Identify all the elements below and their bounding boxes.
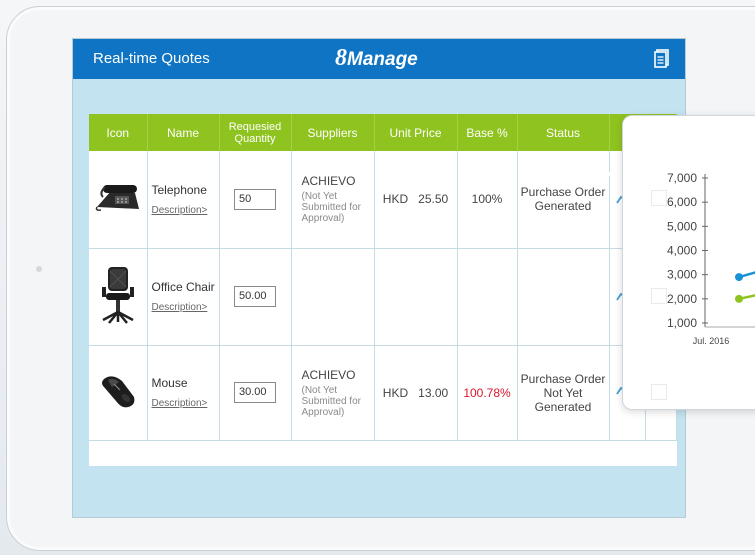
product-name-cell: Office Chair Description> — [147, 248, 220, 346]
trend-chart: 7,000 6,000 5,000 4,000 3,000 2,000 1,000 Jul. … — [667, 171, 755, 346]
tablet-frame: Real-time Quotes 8Manage Icon Name Reque… — [0, 0, 755, 555]
quotes-table-container: Icon Name Requesied Quantity Suppliers U… — [89, 114, 677, 466]
col-header-unit-price: Unit Price — [374, 114, 458, 151]
currency: HKD — [382, 385, 409, 400]
supplier-cell: ACHIEVO (Not Yet Submitted for Approval) — [291, 345, 375, 441]
status-cell — [517, 248, 610, 346]
table-row: Office Chair Description> 50.00 — [89, 248, 677, 346]
col-header-suppliers: Suppliers — [291, 114, 375, 151]
y-tick-label: 3,000 — [667, 268, 697, 282]
supplier-cell: ACHIEVO (Not Yet Submitted for Approval) — [291, 151, 375, 249]
quantity-input[interactable]: 50.00 — [234, 286, 276, 307]
currency: HKD — [382, 192, 409, 207]
product-icon-cell — [89, 248, 148, 346]
unit-price-cell: HKD 13.00 — [374, 345, 458, 441]
unit-price-cell: HKD 25.50 — [374, 151, 458, 249]
quotes-table: Icon Name Requesied Quantity Suppliers U… — [89, 114, 677, 441]
quantity-cell: 50.00 — [219, 248, 292, 346]
y-tick-label: 5,000 — [667, 219, 697, 233]
y-tick-label: 4,000 — [667, 244, 697, 258]
app-header: Real-time Quotes 8Manage — [73, 39, 685, 79]
app-screen: Real-time Quotes 8Manage Icon Name Reque… — [72, 38, 686, 518]
supplier-cell — [291, 248, 375, 346]
y-tick-label: 7,000 — [667, 171, 697, 185]
table-row: Telephone Description> 50 ACHIEVO (Not Y… — [89, 151, 677, 249]
supplier-status: (Not Yet Submitted for Approval) — [301, 191, 361, 225]
description-link[interactable]: Description> — [152, 302, 208, 313]
status-cell: Purchase Order Not Yet Generated — [517, 345, 610, 441]
unit-price: 25.50 — [418, 192, 449, 207]
series-point — [735, 294, 743, 303]
table-row: Mouse Description> 30.00 ACHIEVO (Not Ye… — [89, 345, 677, 441]
mouse-icon — [101, 376, 135, 408]
col-header-quantity: Requesied Quantity — [219, 114, 292, 151]
base-pct-cell: 100.78% — [457, 345, 518, 441]
series-point — [735, 273, 743, 282]
product-name-cell: Telephone Description> — [147, 151, 220, 249]
status-cell: Purchase Order Generated — [517, 151, 610, 249]
document-icon[interactable] — [654, 49, 670, 68]
quantity-input[interactable]: 30.00 — [234, 382, 276, 403]
camera-dot — [36, 266, 42, 272]
quantity-cell: 30.00 — [219, 345, 292, 441]
chart-popover: 7,000 6,000 5,000 4,000 3,000 2,000 1,000 Jul. … — [622, 115, 755, 410]
y-tick-label: 1,000 — [667, 316, 697, 330]
quantity-input[interactable]: 50 — [234, 188, 276, 210]
col-header-base: Base % — [457, 114, 518, 151]
col-header-status: Status — [517, 114, 610, 151]
telephone-icon — [95, 184, 139, 211]
office-chair-icon — [101, 267, 134, 324]
table-header-row: Icon Name Requesied Quantity Suppliers U… — [89, 114, 677, 151]
base-pct-cell — [457, 248, 518, 346]
description-link[interactable]: Description> — [152, 398, 208, 409]
description-link[interactable]: Description> — [152, 205, 208, 216]
product-name: Telephone — [151, 182, 207, 197]
product-name: Office Chair — [151, 280, 215, 294]
brand-logo: 8Manage — [335, 45, 418, 71]
y-tick-label: 2,000 — [667, 292, 697, 306]
product-name: Mouse — [151, 376, 188, 390]
quantity-cell: 50 — [219, 151, 292, 249]
col-header-name: Name — [147, 114, 220, 151]
col-header-icon: Icon — [89, 114, 148, 151]
popover-pointer — [606, 166, 620, 182]
unit-price: 13.00 — [418, 385, 449, 400]
base-pct-cell: 100% — [457, 151, 518, 249]
page-title: Real-time Quotes — [93, 50, 210, 67]
product-icon-cell — [89, 151, 148, 249]
supplier-name: ACHIEVO — [301, 174, 356, 189]
product-name-cell: Mouse Description> — [147, 345, 220, 441]
supplier-name: ACHIEVO — [301, 367, 356, 382]
product-icon-cell — [89, 345, 148, 441]
y-tick-label: 6,000 — [667, 195, 697, 209]
supplier-status: (Not Yet Submitted for Approval) — [301, 384, 361, 418]
unit-price-cell — [374, 248, 458, 346]
x-tick-label: Jul. 2016 — [693, 336, 730, 346]
